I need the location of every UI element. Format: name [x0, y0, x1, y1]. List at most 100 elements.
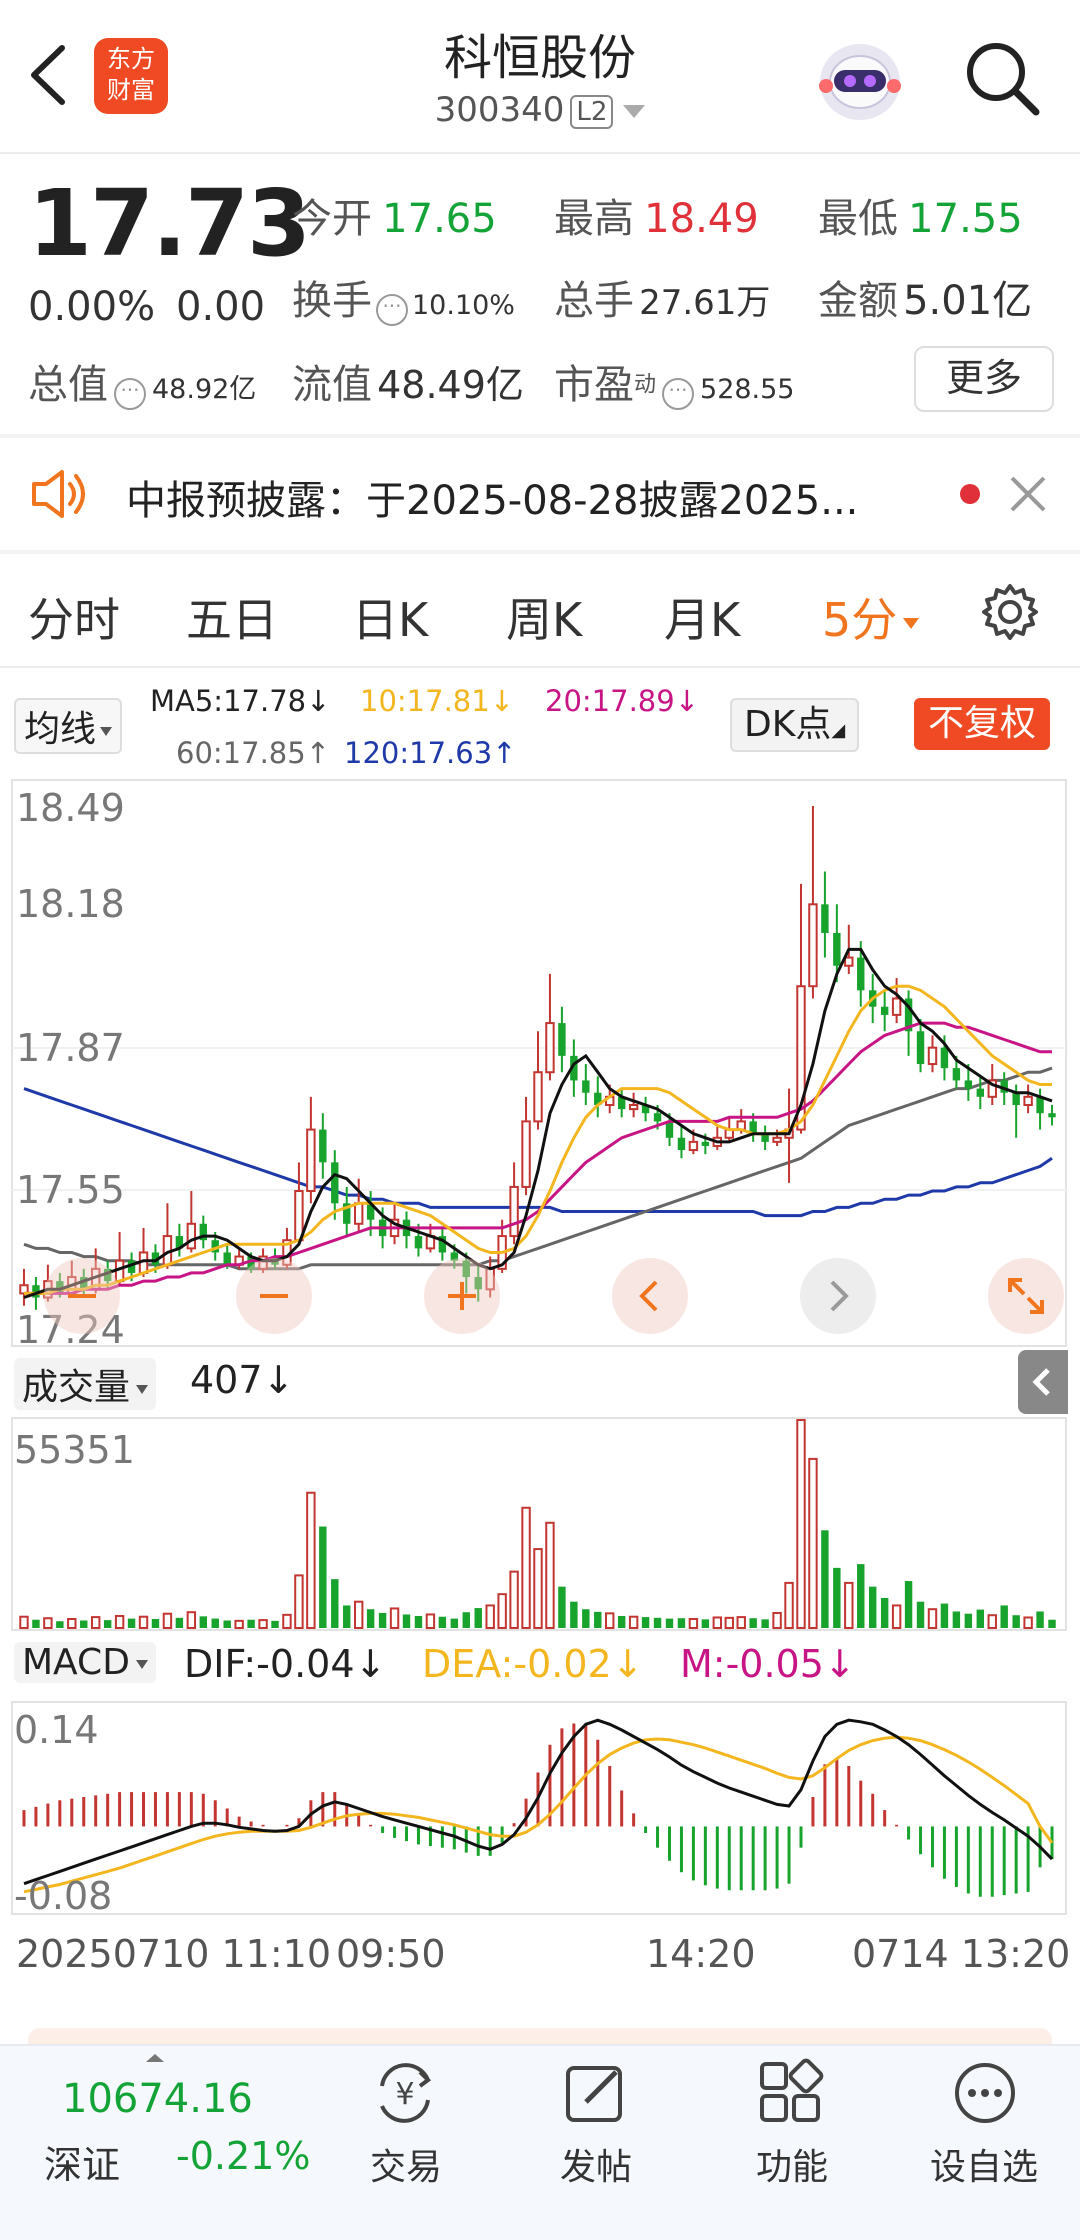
- volume-bar: [497, 1593, 507, 1629]
- volume-selector[interactable]: 成交量: [14, 1358, 157, 1410]
- candle-body: [521, 1120, 531, 1188]
- candle-body: [628, 1104, 639, 1111]
- volume-bar: [617, 1615, 626, 1628]
- candle-body: [772, 1136, 782, 1143]
- volume-current: 407↓: [190, 1358, 295, 1402]
- volume-bar: [558, 1586, 566, 1628]
- volume-bar: [114, 1614, 125, 1630]
- volume-bar: [952, 1611, 961, 1628]
- candle-body: [844, 956, 854, 967]
- volume-bar: [414, 1615, 423, 1628]
- volume-bar: [784, 1581, 794, 1630]
- volume-bar: [1048, 1619, 1056, 1628]
- trade-nav-label[interactable]: 交易: [336, 2138, 476, 2190]
- volume-bar: [353, 1600, 364, 1630]
- volume-bar: [162, 1612, 173, 1629]
- side-collapse-icon[interactable]: [1018, 1350, 1068, 1414]
- volume-bar: [1000, 1605, 1008, 1628]
- candle-body: [952, 1068, 961, 1081]
- candle-body: [701, 1141, 710, 1146]
- volume-bar: [234, 1619, 244, 1629]
- macd-selector[interactable]: MACD: [14, 1642, 156, 1683]
- volume-bar: [701, 1619, 710, 1628]
- candle-body: [688, 1140, 699, 1152]
- volume-bar: [43, 1617, 53, 1629]
- volume-bar: [857, 1564, 865, 1628]
- volume-max-label: 55351: [14, 1428, 135, 1472]
- macd-dea: DEA:-0.02↓: [422, 1642, 644, 1686]
- volume-bar: [1023, 1616, 1033, 1629]
- volume-bar: [833, 1567, 841, 1628]
- kline-chart[interactable]: [0, 0, 1080, 1920]
- price-tick-label: 17.55: [16, 1168, 125, 1212]
- volume-bar: [594, 1611, 602, 1628]
- volume-bar: [880, 1597, 889, 1628]
- volume-bar: [570, 1601, 578, 1628]
- time-axis-label: 09:50: [336, 1932, 446, 1976]
- candle-body: [940, 1047, 949, 1069]
- volume-bar: [821, 1530, 829, 1628]
- volume-bar: [223, 1620, 231, 1628]
- candle-body: [319, 1129, 327, 1163]
- volume-bar: [987, 1614, 997, 1630]
- volume-bar: [67, 1617, 77, 1630]
- candle-body: [857, 957, 865, 991]
- volume-bar: [138, 1615, 149, 1629]
- candle-body: [833, 932, 841, 966]
- volume-bar: [389, 1607, 400, 1629]
- candle-body: [582, 1080, 590, 1093]
- edit-icon[interactable]: [560, 2058, 630, 2128]
- index-value[interactable]: 10674.16: [62, 2076, 253, 2122]
- candle-body: [353, 1202, 364, 1225]
- yen-swap-icon[interactable]: ¥: [370, 2058, 440, 2128]
- volume-bar: [736, 1616, 746, 1630]
- volume-bar: [869, 1586, 877, 1628]
- svg-text:¥: ¥: [395, 2077, 414, 2112]
- function-nav-label[interactable]: 功能: [722, 2138, 862, 2190]
- volume-bar: [582, 1609, 590, 1628]
- volume-bar: [964, 1613, 973, 1628]
- dropdown-arrow-icon: [135, 1659, 148, 1669]
- chart-fullscreen-icon[interactable]: [988, 1258, 1064, 1334]
- index-up-arrow-icon: [146, 2054, 164, 2062]
- index-change: -0.21%: [176, 2134, 311, 2178]
- volume-bar: [306, 1491, 316, 1629]
- chart-prev-icon[interactable]: [612, 1258, 688, 1334]
- more-dots-icon[interactable]: [950, 2058, 1020, 2128]
- candle-body: [558, 1023, 566, 1056]
- volume-bar: [724, 1616, 734, 1630]
- grid-icon[interactable]: [756, 2058, 826, 2128]
- chart-next-icon[interactable]: [800, 1258, 876, 1334]
- candle-body: [808, 903, 818, 988]
- volume-bar: [186, 1611, 197, 1629]
- chart-zoom-out-button[interactable]: [44, 1258, 120, 1334]
- volume-bar: [438, 1616, 447, 1628]
- volume-bar: [927, 1608, 938, 1629]
- candle-body: [533, 1071, 543, 1123]
- volume-bar: [521, 1506, 531, 1630]
- chart-minus-button[interactable]: [236, 1258, 312, 1334]
- volume-bar: [425, 1613, 436, 1630]
- volume-bar: [103, 1620, 112, 1628]
- volume-bar: [319, 1526, 327, 1628]
- candle-body: [880, 1006, 889, 1015]
- add-watchlist-nav-label[interactable]: 设自选: [914, 2138, 1054, 2190]
- post-nav-label[interactable]: 发帖: [526, 2138, 666, 2190]
- dropdown-arrow-icon: [136, 1384, 149, 1394]
- candle-body: [545, 1022, 555, 1074]
- candle-body: [821, 904, 829, 933]
- volume-bar: [891, 1604, 902, 1630]
- volume-bar: [772, 1611, 782, 1629]
- price-tick-label: 18.49: [16, 786, 125, 830]
- volume-bar: [211, 1618, 219, 1628]
- volume-bar: [509, 1570, 519, 1629]
- volume-bar: [976, 1609, 985, 1628]
- candle-body: [306, 1128, 316, 1193]
- volume-bar: [343, 1605, 351, 1628]
- macd-tick-label: 0.14: [14, 1708, 99, 1752]
- macd-dif: DIF:-0.04↓: [184, 1642, 387, 1686]
- chart-plus-button[interactable]: [424, 1258, 500, 1334]
- volume-bar: [56, 1621, 64, 1628]
- volume-bar: [366, 1609, 375, 1628]
- volume-bar: [32, 1619, 40, 1628]
